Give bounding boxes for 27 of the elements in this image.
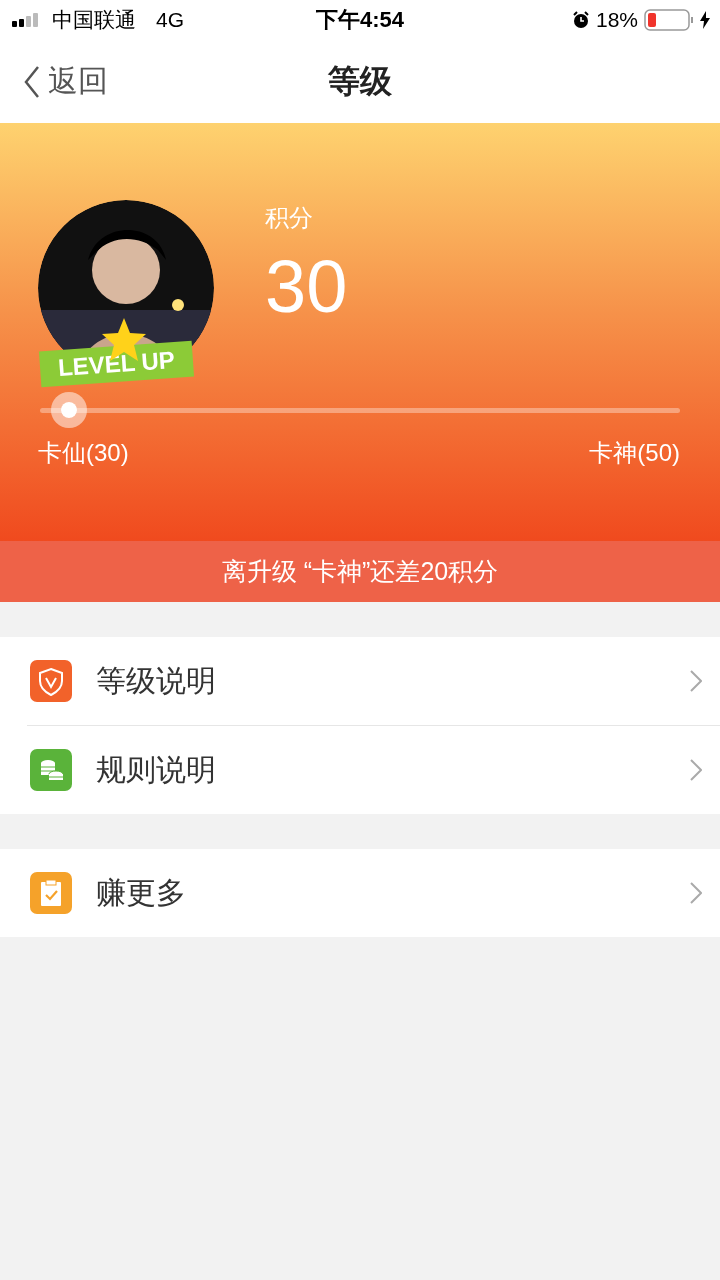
menu-item-label: 等级说明 (96, 662, 217, 699)
score-value: 30 (265, 250, 348, 324)
menu-item-label: 规则说明 (96, 751, 217, 788)
menu-item-label: 赚更多 (96, 874, 187, 911)
score-label: 积分 (265, 203, 314, 233)
upgrade-notice: 离升级 “卡神”还差20积分 (0, 541, 720, 602)
clock-time: 下午4:54 (314, 6, 405, 34)
chevron-icon (690, 882, 702, 904)
alarm-icon (571, 11, 590, 29)
current-level-label: 卡仙(30) (38, 438, 129, 468)
chevron-icon (690, 759, 702, 781)
charging-icon (700, 11, 710, 29)
battery-percent: 18% (595, 8, 638, 32)
clipboard-icon (30, 872, 72, 914)
next-level-label: 卡神(50) (589, 438, 680, 468)
shield-icon (30, 660, 72, 702)
chevron-icon (690, 670, 702, 692)
menu-item[interactable]: 赚更多 (0, 849, 720, 937)
coins-icon (30, 749, 72, 791)
menu-item[interactable]: 规则说明 (27, 725, 720, 814)
menu-item[interactable]: 等级说明 (0, 637, 720, 725)
page-title: 等级 (327, 61, 393, 101)
carrier-name: 中国联通 (52, 7, 136, 33)
back-icon (24, 65, 40, 98)
battery-icon (644, 9, 694, 31)
back-button[interactable]: 返回 (0, 61, 108, 102)
network-type: 4G (156, 8, 184, 32)
